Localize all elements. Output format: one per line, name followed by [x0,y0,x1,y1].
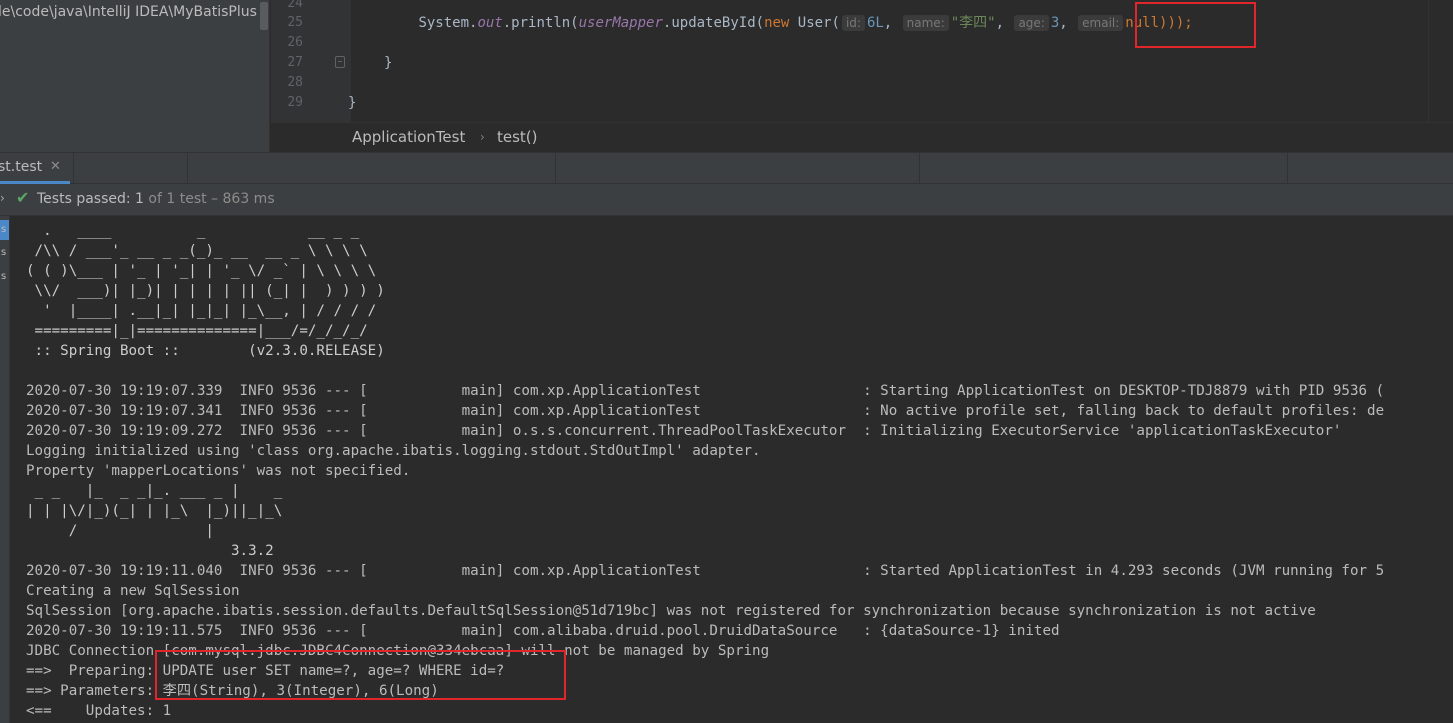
code-token: System. [418,15,478,31]
top-area: le\code\java\IntelliJ IDEA\MyBatisPlus 2… [0,0,1453,152]
console-line: 3.3.2 [26,543,274,559]
run-tab-bar: st.test ✕ [0,152,1453,184]
console-line: 2020-07-30 19:19:07.341 INFO 9536 --- [ … [26,403,1385,419]
line-number: 28 [287,75,303,90]
console-line: 2020-07-30 19:19:11.575 INFO 9536 --- [ … [26,623,1060,639]
project-scrollbar[interactable] [260,2,268,30]
tests-total: of 1 test [148,191,207,207]
breadcrumb-class[interactable]: ApplicationTest [352,128,465,146]
expand-icon[interactable]: › [0,191,5,205]
code-token: .println( [502,15,579,31]
test-status-text: Tests passed: 1 of 1 test – 863 ms [37,191,275,207]
console-line: :: Spring Boot :: (v2.3.0.RELEASE) [26,343,385,359]
console-line: 2020-07-30 19:19:11.040 INFO 9536 --- [ … [26,563,1385,579]
console-line: . ____ _ __ _ _ [26,223,360,239]
console-line: ' |____| .__|_| |_|_| |_\__, | / / / / [26,303,377,319]
console-line: 2020-07-30 19:19:07.339 INFO 9536 --- [ … [26,383,1385,399]
code-number: 6L [866,15,884,31]
console-line: /\\ / ___'_ __ _ _(_)_ __ __ _ \ \ \ \ [26,243,368,259]
param-hint-name: name: [902,15,949,31]
console-line: \\/ ___)| |_)| | | | | || (_| | ) ) ) ) [26,283,385,299]
tests-passed-label: Tests passed: [37,191,131,207]
breadcrumb-method[interactable]: test() [497,128,538,146]
code-token: ))); [1159,15,1193,31]
console-line: JDBC Connection [com.mysql.jdbc.JDBC4Con… [26,643,770,659]
console-line: ( ( )\___ | '_ | '_| | '_ \/ _` | \ \ \ … [26,263,377,279]
console-line: Logging initialized using 'class org.apa… [26,443,761,459]
code-token: userMapper [578,15,663,31]
left-tool-strip: s s s [0,216,10,723]
run-tab[interactable]: st.test ✕ [0,153,70,184]
test-status-bar: › ✔ Tests passed: 1 of 1 test – 863 ms [0,184,1453,216]
console-line: | | |\/|_)(_| | |_\ |_)||_|_\ [26,503,283,519]
project-path[interactable]: le\code\java\IntelliJ IDEA\MyBatisPlus [0,4,257,20]
tool-glyph[interactable]: s [1,224,6,235]
console-output[interactable]: . ____ _ __ _ _ /\\ / ___'_ __ _ _(_)_ _… [11,216,1453,723]
console-line: ==> Preparing: UPDATE user SET name=?, a… [26,663,505,679]
close-icon[interactable]: ✕ [50,159,61,174]
console-line: 2020-07-30 19:19:09.272 INFO 9536 --- [ … [26,423,1342,439]
code-string: "李四" [950,15,996,31]
console-line: SqlSession [org.apache.ibatis.session.de… [26,603,1316,619]
code-line-29: } [348,95,357,111]
project-panel: le\code\java\IntelliJ IDEA\MyBatisPlus [0,0,270,152]
breadcrumb: ApplicationTest › test() [271,122,1453,152]
code-token: , [883,15,901,31]
tests-duration: – 863 ms [211,191,275,207]
line-number: 27 [287,55,303,70]
console-line: Property 'mapperLocations' was not speci… [26,463,411,479]
tool-glyph[interactable]: s [1,271,6,282]
console-line: ==> Parameters: 李四(String), 3(Integer), … [26,683,439,699]
console-line: / | [26,523,214,539]
fold-marker-icon[interactable] [335,56,345,68]
code-token: , [995,15,1013,31]
run-tab-label: st.test [0,159,43,175]
param-hint-email: email: [1078,15,1124,31]
console-line: Creating a new SqlSession [26,583,240,599]
code-token: , [1059,15,1077,31]
check-icon: ✔ [16,188,30,207]
tests-passed-count: 1 [135,191,144,207]
code-token: User( [789,15,840,31]
console-line: <== Updates: 1 [26,703,172,719]
code-keyword: null [1125,15,1160,31]
tool-glyph[interactable]: s [1,247,6,258]
console-line: =========|_|==============|___/=/_/_/_/ [26,323,368,339]
code-token: .updateById( [662,15,765,31]
line-number: 25 [287,15,303,30]
breadcrumb-separator: › [480,130,485,144]
editor-scrollbar[interactable] [1428,0,1453,122]
code-token: out [477,15,503,31]
param-hint-age: age: [1014,15,1049,31]
param-hint-id: id: [841,15,865,31]
code-line-27: } [384,55,393,71]
console-line: _ _ |_ _ _|_. ___ _ | _ [26,483,283,499]
line-number: 26 [287,35,303,50]
code-editor[interactable]: System.out.println(userMapper.updateById… [348,0,1431,122]
line-number: 29 [287,95,303,110]
code-keyword: new [764,15,790,31]
line-number: 24 [287,0,303,11]
code-line-25: System.out.println(userMapper.updateById… [351,13,1193,33]
